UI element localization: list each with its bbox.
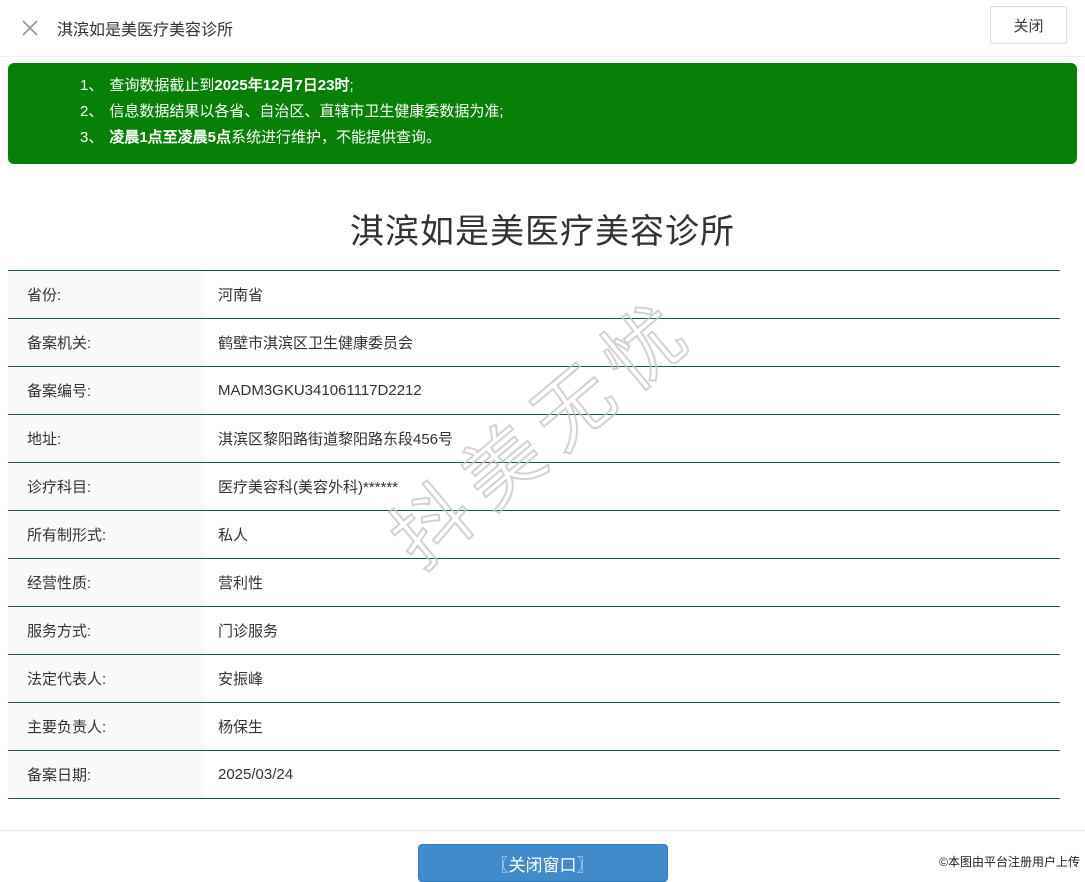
notice-item-number: 2、 xyxy=(80,103,109,120)
row-label: 地址: xyxy=(8,415,204,462)
details-table: 省份: 河南省 备案机关: 鹤壁市淇滨区卫生健康委员会 备案编号: MADM3G… xyxy=(8,270,1060,799)
close-button[interactable]: 关闭 xyxy=(990,6,1067,44)
table-row: 法定代表人: 安振峰 xyxy=(8,655,1060,703)
window-title: 淇滨如是美医疗美容诊所 xyxy=(57,16,233,40)
header-bar: 淇滨如是美医疗美容诊所 关闭 xyxy=(0,0,1085,57)
row-label: 省份: xyxy=(8,271,204,318)
close-window-button[interactable]: 〖关闭窗口〗 xyxy=(418,844,668,882)
row-value: 门诊服务 xyxy=(204,607,278,654)
row-label: 备案日期: xyxy=(8,751,204,798)
row-label: 经营性质: xyxy=(8,559,204,606)
row-label: 主要负责人: xyxy=(8,703,204,750)
notice-item-text: 查询数据截止到 xyxy=(109,77,214,94)
notice-item-text: 信息数据结果以各省、自治区、直辖市卫生健康委数据为准; xyxy=(109,103,503,120)
row-value: MADM3GKU341061117D2212 xyxy=(204,367,422,414)
notice-list: 1、查询数据截止到2025年12月7日23时; 2、信息数据结果以各省、自治区、… xyxy=(80,73,1057,151)
row-value: 淇滨区黎阳路街道黎阳路东段456号 xyxy=(204,415,453,462)
table-row: 备案机关: 鹤壁市淇滨区卫生健康委员会 xyxy=(8,319,1060,367)
notice-item-number: 1、 xyxy=(80,77,109,94)
row-value: 鹤壁市淇滨区卫生健康委员会 xyxy=(204,319,413,366)
page-title: 淇滨如是美医疗美容诊所 xyxy=(0,204,1085,253)
table-row: 地址: 淇滨区黎阳路街道黎阳路东段456号 xyxy=(8,415,1060,463)
row-value: 2025/03/24 xyxy=(204,751,293,798)
notice-item-text: ; xyxy=(349,77,353,94)
table-row: 服务方式: 门诊服务 xyxy=(8,607,1060,655)
notice-item: 2、信息数据结果以各省、自治区、直辖市卫生健康委数据为准; xyxy=(80,99,1057,125)
table-row: 经营性质: 营利性 xyxy=(8,559,1060,607)
row-label: 备案机关: xyxy=(8,319,204,366)
footer: 〖关闭窗口〗 xyxy=(0,831,1085,882)
table-row: 备案日期: 2025/03/24 xyxy=(8,751,1060,799)
notice-item: 1、查询数据截止到2025年12月7日23时; xyxy=(80,73,1057,99)
row-label: 诊疗科目: xyxy=(8,463,204,510)
row-label: 备案编号: xyxy=(8,367,204,414)
notice-item-text: 系统进行维护，不能提供查询。 xyxy=(231,129,441,146)
table-row: 主要负责人: 杨保生 xyxy=(8,703,1060,751)
attribution: ©本图由平台注册用户上传 xyxy=(939,853,1080,870)
table-row: 诊疗科目: 医疗美容科(美容外科)****** xyxy=(8,463,1060,511)
notice-item: 3、凌晨1点至凌晨5点系统进行维护，不能提供查询。 xyxy=(80,125,1057,151)
row-value: 营利性 xyxy=(204,559,263,606)
row-value: 杨保生 xyxy=(204,703,263,750)
row-value: 河南省 xyxy=(204,271,263,318)
table-row: 省份: 河南省 xyxy=(8,271,1060,319)
notice-item-bold: 凌晨1点至凌晨5点 xyxy=(109,129,231,146)
close-icon[interactable] xyxy=(20,18,40,38)
row-label: 法定代表人: xyxy=(8,655,204,702)
row-value: 医疗美容科(美容外科)****** xyxy=(204,463,398,510)
row-label: 服务方式: xyxy=(8,607,204,654)
table-row: 所有制形式: 私人 xyxy=(8,511,1060,559)
notice-banner: 1、查询数据截止到2025年12月7日23时; 2、信息数据结果以各省、自治区、… xyxy=(8,63,1077,164)
notice-item-bold: 2025年12月7日23时 xyxy=(214,77,349,94)
table-row: 备案编号: MADM3GKU341061117D2212 xyxy=(8,367,1060,415)
row-value: 安振峰 xyxy=(204,655,263,702)
notice-item-number: 3、 xyxy=(80,129,109,146)
row-label: 所有制形式: xyxy=(8,511,204,558)
row-value: 私人 xyxy=(204,511,248,558)
